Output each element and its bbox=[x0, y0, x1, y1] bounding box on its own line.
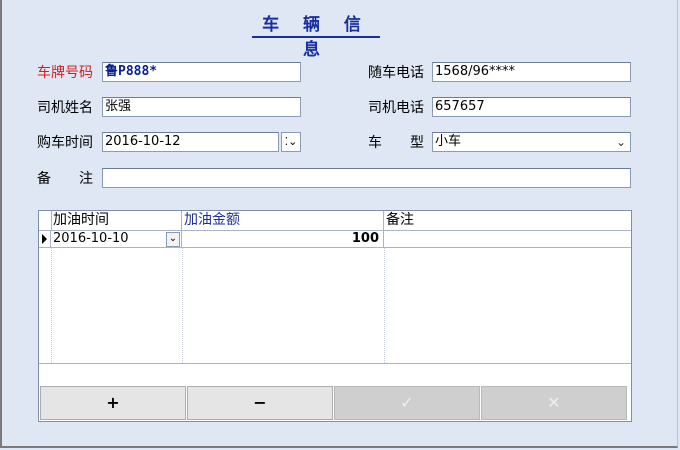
date-picker-button[interactable]: ⁚⌄ bbox=[281, 132, 301, 152]
vehicle-phone-input[interactable]: 1568/96**** bbox=[432, 62, 631, 82]
current-row-icon bbox=[42, 234, 47, 244]
driver-phone-input[interactable]: 657657 bbox=[432, 97, 631, 117]
note-input[interactable] bbox=[102, 168, 631, 188]
purchase-date-input[interactable]: 2016-10-12 bbox=[102, 132, 279, 152]
cell-time-value: 2016-10-10 bbox=[53, 231, 129, 246]
driver-name-label: 司机姓名 bbox=[37, 100, 93, 116]
vehicle-type-value: 小车 bbox=[435, 134, 462, 149]
driver-phone-label: 司机电话 bbox=[368, 100, 424, 116]
driver-name-input[interactable]: 张强 bbox=[102, 97, 301, 117]
add-row-button[interactable]: + bbox=[40, 386, 186, 420]
vehicle-phone-label: 随车电话 bbox=[368, 65, 424, 81]
chevron-down-icon: ⁚⌄ bbox=[284, 135, 298, 148]
column-header-note[interactable]: 备注 bbox=[384, 211, 631, 230]
grid-header: 加油时间 加油金额 备注 bbox=[39, 211, 631, 231]
column-divider bbox=[182, 248, 184, 363]
plate-label: 车牌号码 bbox=[37, 65, 93, 81]
vehicle-type-label: 车 型 bbox=[368, 135, 424, 151]
column-divider bbox=[51, 248, 53, 363]
vehicle-type-select[interactable]: 小车 ⌄ bbox=[432, 132, 631, 152]
table-row[interactable]: 2016-10-10 ⌄ 100 bbox=[39, 231, 631, 248]
row-indicator bbox=[39, 231, 51, 247]
page-title: 车 辆 信 息 bbox=[252, 10, 380, 60]
post-button[interactable]: ✓ bbox=[334, 386, 480, 420]
column-header-amount[interactable]: 加油金额 bbox=[182, 211, 384, 230]
column-divider bbox=[384, 248, 386, 363]
cell-time[interactable]: 2016-10-10 ⌄ bbox=[51, 231, 182, 247]
purchase-date-label: 购车时间 bbox=[37, 135, 93, 151]
note-label: 备 注 bbox=[37, 171, 93, 187]
cancel-button[interactable]: ✕ bbox=[481, 386, 627, 420]
cell-note[interactable] bbox=[384, 231, 631, 247]
refuel-grid: 加油时间 加油金额 备注 2016-10-10 ⌄ 100 + − ✓ ✕ bbox=[38, 210, 632, 422]
delete-row-button[interactable]: − bbox=[187, 386, 333, 420]
cell-amount[interactable]: 100 bbox=[182, 231, 384, 247]
plate-input[interactable]: 鲁P888* bbox=[102, 62, 301, 82]
chevron-down-icon[interactable]: ⌄ bbox=[166, 232, 180, 247]
column-header-time[interactable]: 加油时间 bbox=[51, 211, 182, 230]
navigator-bar: + − ✓ ✕ bbox=[39, 363, 631, 421]
chevron-down-icon: ⌄ bbox=[615, 135, 626, 149]
